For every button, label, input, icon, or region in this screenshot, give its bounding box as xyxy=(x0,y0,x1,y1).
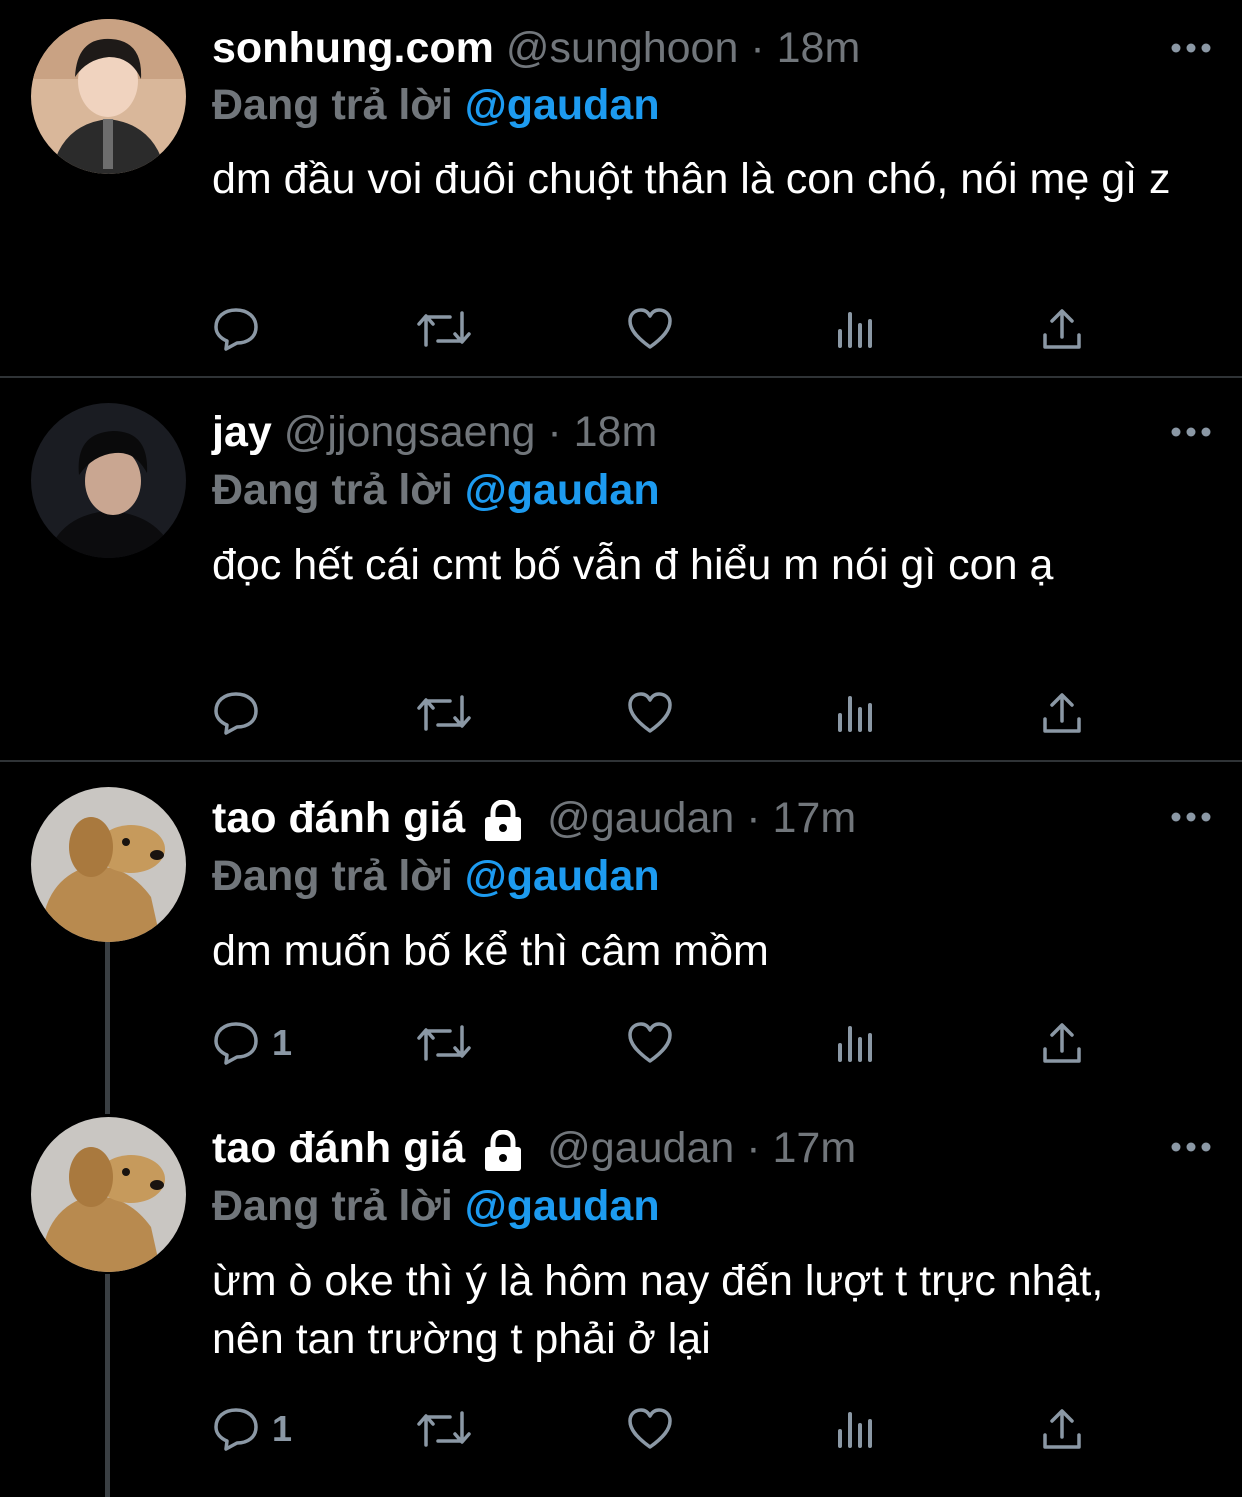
retweet-button[interactable] xyxy=(416,1404,472,1454)
like-button[interactable] xyxy=(626,304,674,354)
tweet-text: dm đầu voi đuôi chuột thân là con chó, n… xyxy=(212,155,1171,203)
display-name[interactable]: tao đánh giá xyxy=(212,1124,465,1172)
replying-to: Đang trả lời @gaudan xyxy=(212,79,660,131)
tweet-actions xyxy=(212,688,1092,738)
reply-button[interactable]: 1 xyxy=(212,1018,292,1068)
like-icon xyxy=(628,692,672,733)
replying-to: Đang trả lời @gaudan xyxy=(212,464,660,516)
timestamp[interactable]: 17m xyxy=(773,1124,857,1172)
views-icon xyxy=(838,312,872,348)
reply-count: 1 xyxy=(272,1022,293,1063)
user-handle[interactable]: @sunghoon xyxy=(506,24,739,72)
views-icon xyxy=(838,1412,872,1448)
mention-link[interactable]: @gaudan xyxy=(465,81,660,129)
tweet-actions: 1 xyxy=(212,1404,1092,1454)
separator-dot: · xyxy=(746,1124,761,1172)
reply-count: 1 xyxy=(272,1408,293,1449)
like-button[interactable] xyxy=(626,1404,674,1454)
display-name[interactable]: tao đánh giá xyxy=(212,794,465,842)
tweet-actions: 1 xyxy=(212,1018,1092,1068)
user-handle[interactable]: @gaudan xyxy=(547,1124,734,1172)
separator-dot: · xyxy=(547,408,562,456)
reply-icon xyxy=(214,308,258,351)
views-button[interactable] xyxy=(836,688,876,738)
reply-prefix: Đang trả lời xyxy=(212,852,453,900)
like-button[interactable] xyxy=(626,688,674,738)
mention-link[interactable]: @gaudan xyxy=(465,852,660,900)
share-button[interactable] xyxy=(1040,688,1084,738)
share-icon xyxy=(1043,1409,1081,1449)
reply-button[interactable] xyxy=(212,304,260,354)
like-icon xyxy=(628,1408,672,1449)
retweet-icon xyxy=(417,311,471,347)
avatar[interactable] xyxy=(31,19,186,174)
share-button[interactable] xyxy=(1040,1018,1084,1068)
avatar[interactable] xyxy=(31,787,186,942)
views-icon xyxy=(838,696,872,732)
more-icon[interactable] xyxy=(1170,810,1212,824)
views-button[interactable] xyxy=(836,1404,876,1454)
user-handle[interactable]: @jjongsaeng xyxy=(284,408,536,456)
display-name[interactable]: sonhung.com xyxy=(212,24,494,72)
views-button[interactable] xyxy=(836,1018,876,1068)
reply-icon xyxy=(214,1022,258,1065)
timestamp[interactable]: 18m xyxy=(777,24,861,72)
separator-dot: · xyxy=(746,794,761,842)
display-name[interactable]: jay xyxy=(212,408,272,456)
more-icon[interactable] xyxy=(1170,425,1212,439)
tweet-header: jay @jjongsaeng · 18m xyxy=(212,406,657,462)
reply-icon xyxy=(214,1408,258,1451)
reply-prefix: Đang trả lời xyxy=(212,1182,453,1230)
timestamp[interactable]: 17m xyxy=(773,794,857,842)
tweet-text: dm muốn bố kể thì câm mồm xyxy=(212,927,769,975)
share-icon xyxy=(1043,1023,1081,1063)
tweet-3[interactable]: tao đánh giá @gaudan · 17m Đang trả lời … xyxy=(0,762,1242,1092)
tweet-1[interactable]: sonhung.com @sunghoon · 18m Đang trả lời… xyxy=(0,0,1242,376)
retweet-button[interactable] xyxy=(416,304,472,354)
retweet-button[interactable] xyxy=(416,1018,472,1068)
tweet-actions xyxy=(212,304,1092,354)
like-icon xyxy=(628,1022,672,1063)
reply-icon xyxy=(214,692,258,735)
share-button[interactable] xyxy=(1040,304,1084,354)
retweet-icon xyxy=(417,1411,471,1447)
tweet-header: tao đánh giá @gaudan · 17m xyxy=(212,792,856,848)
tweet-2[interactable]: jay @jjongsaeng · 18m Đang trả lời @gaud… xyxy=(0,378,1242,760)
share-button[interactable] xyxy=(1040,1404,1084,1454)
tweet-text: đọc hết cái cmt bố vẫn đ hiểu m nói gì c… xyxy=(212,541,1054,589)
share-icon xyxy=(1043,693,1081,733)
avatar[interactable] xyxy=(31,403,186,558)
retweet-button[interactable] xyxy=(416,688,472,738)
tweet-text: ừm ò oke thì ý là hôm nay đến lượt t trự… xyxy=(212,1257,1104,1363)
reply-prefix: Đang trả lời xyxy=(212,81,453,129)
more-icon[interactable] xyxy=(1170,41,1212,55)
lock-icon xyxy=(485,1129,522,1171)
tweet-header: sonhung.com @sunghoon · 18m xyxy=(212,22,860,78)
reply-button[interactable]: 1 xyxy=(212,1404,292,1454)
mention-link[interactable]: @gaudan xyxy=(465,1182,660,1230)
replying-to: Đang trả lời @gaudan xyxy=(212,850,660,902)
user-handle[interactable]: @gaudan xyxy=(547,794,734,842)
timestamp[interactable]: 18m xyxy=(574,408,658,456)
like-icon xyxy=(628,308,672,349)
replying-to: Đang trả lời @gaudan xyxy=(212,1180,660,1232)
separator-dot: · xyxy=(750,24,765,72)
lock-icon xyxy=(485,799,522,841)
avatar[interactable] xyxy=(31,1117,186,1272)
reply-prefix: Đang trả lời xyxy=(212,466,453,514)
views-button[interactable] xyxy=(836,304,876,354)
share-icon xyxy=(1043,309,1081,349)
tweet-4[interactable]: tao đánh giá @gaudan · 17m Đang trả lời … xyxy=(0,1092,1242,1497)
retweet-icon xyxy=(417,1025,471,1061)
more-icon[interactable] xyxy=(1170,1140,1212,1154)
views-icon xyxy=(838,1026,872,1062)
reply-button[interactable] xyxy=(212,688,260,738)
mention-link[interactable]: @gaudan xyxy=(465,466,660,514)
tweet-header: tao đánh giá @gaudan · 17m xyxy=(212,1122,856,1178)
retweet-icon xyxy=(417,695,471,731)
like-button[interactable] xyxy=(626,1018,674,1068)
